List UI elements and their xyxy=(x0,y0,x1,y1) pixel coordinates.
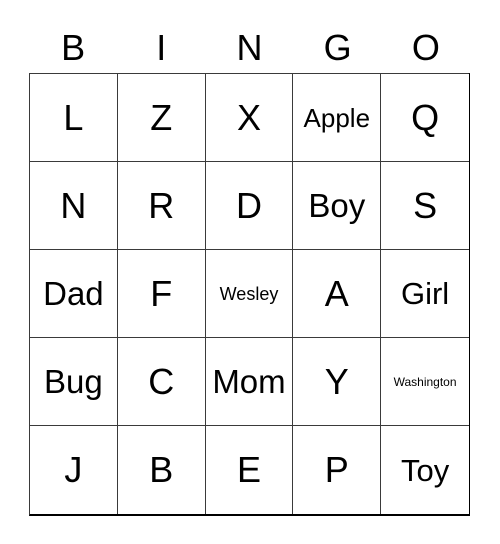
bingo-row: J B E P Toy xyxy=(30,426,469,514)
bingo-cell-label: Dad xyxy=(43,275,104,312)
bingo-cell[interactable]: Wesley xyxy=(205,250,294,338)
bingo-cell-label: L xyxy=(63,96,84,138)
bingo-cell[interactable]: D xyxy=(205,162,294,250)
bingo-cell-label: Mom xyxy=(212,363,286,400)
bingo-cell[interactable]: E xyxy=(205,426,294,514)
bingo-row: Bug C Mom Y Washington xyxy=(30,338,469,426)
bingo-cell-label: Apple xyxy=(303,102,371,133)
bingo-cell-label: D xyxy=(235,184,262,226)
bingo-cell-label: Wesley xyxy=(219,283,279,304)
bingo-card: B I N G O L Z X Apple Q N R D Boy S Dad … xyxy=(29,22,470,516)
bingo-cell[interactable]: Dad xyxy=(30,250,118,338)
bingo-cell-label: Toy xyxy=(400,452,450,488)
bingo-cell[interactable]: N xyxy=(30,162,118,250)
bingo-cell[interactable]: A xyxy=(293,250,382,338)
bingo-cell[interactable]: Toy xyxy=(381,426,469,514)
bingo-cell-label: N xyxy=(60,184,87,226)
bingo-cell[interactable]: F xyxy=(117,250,206,338)
bingo-cell-label: Bug xyxy=(44,363,103,400)
bingo-cell-label: C xyxy=(148,360,175,402)
bingo-cell[interactable]: Girl xyxy=(381,250,469,338)
bingo-header-letter-o: O xyxy=(411,26,440,68)
bingo-header-letter-g: G xyxy=(323,26,352,68)
bingo-grid: L Z X Apple Q N R D Boy S Dad F Wesley A… xyxy=(29,73,470,516)
bingo-cell[interactable]: R xyxy=(117,162,206,250)
bingo-cell[interactable]: J xyxy=(30,426,118,514)
bingo-cell[interactable]: Mom xyxy=(205,338,294,426)
bingo-cell-label: Q xyxy=(411,96,440,138)
bingo-cell[interactable]: Y xyxy=(293,338,382,426)
bingo-cell-label: X xyxy=(236,96,261,138)
bingo-cell[interactable]: B xyxy=(117,426,206,514)
bingo-cell[interactable]: L xyxy=(30,74,118,162)
bingo-cell-label: R xyxy=(148,184,175,226)
bingo-cell-label: Boy xyxy=(308,187,366,224)
bingo-cell[interactable]: P xyxy=(293,426,382,514)
bingo-cell[interactable]: Boy xyxy=(293,162,382,250)
bingo-cell-label: Y xyxy=(324,360,349,402)
bingo-header-row: B I N G O xyxy=(29,22,470,73)
bingo-cell[interactable]: X xyxy=(205,74,294,162)
bingo-cell[interactable]: Apple xyxy=(293,74,382,162)
bingo-cell[interactable]: Washington xyxy=(381,338,469,426)
bingo-cell-label: F xyxy=(150,272,173,314)
bingo-cell-label: S xyxy=(413,184,438,226)
bingo-cell-label: Washington xyxy=(393,374,457,389)
bingo-cell[interactable]: Bug xyxy=(30,338,118,426)
bingo-cell-label: P xyxy=(324,449,349,490)
bingo-cell-label: E xyxy=(236,449,261,490)
bingo-cell-label: Girl xyxy=(400,276,450,311)
bingo-row: L Z X Apple Q xyxy=(30,74,469,162)
bingo-cell[interactable]: S xyxy=(381,162,469,250)
bingo-row: Dad F Wesley A Girl xyxy=(30,250,469,338)
bingo-header-letter-b: B xyxy=(61,26,86,68)
bingo-cell-label: J xyxy=(64,449,83,490)
bingo-row: N R D Boy S xyxy=(30,162,469,250)
bingo-cell-label: A xyxy=(324,272,349,314)
bingo-cell[interactable]: Z xyxy=(117,74,206,162)
bingo-cell-label: B xyxy=(149,449,174,490)
bingo-cell[interactable]: C xyxy=(117,338,206,426)
bingo-header-letter-n: N xyxy=(236,26,263,68)
bingo-cell[interactable]: Q xyxy=(381,74,469,162)
bingo-cell-label: Z xyxy=(150,96,173,138)
bingo-header-letter-i: I xyxy=(156,26,167,68)
